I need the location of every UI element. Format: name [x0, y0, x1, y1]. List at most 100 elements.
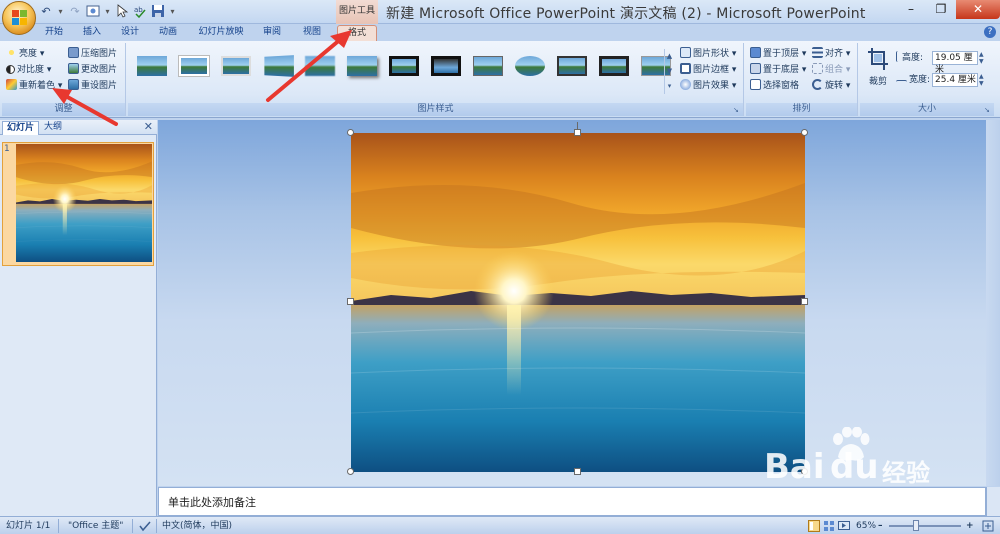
close-icon[interactable]: ✕ [144, 121, 153, 133]
resize-handle[interactable] [801, 468, 808, 475]
close-button[interactable]: ✕ [956, 0, 1000, 19]
dropdown-icon[interactable]: ▾ [103, 4, 112, 20]
status-bar: 幻灯片 1/1 "Office 主题" 中文(简体，中国) 65% – + [0, 516, 1000, 534]
resize-handle[interactable] [347, 129, 354, 136]
zoom-slider-knob[interactable] [913, 520, 919, 531]
slide-thumbnail-image[interactable] [16, 144, 152, 262]
brightness-button[interactable]: 亮度 ▾ [6, 47, 44, 61]
zoom-level[interactable]: 65% [856, 520, 876, 532]
tab-review[interactable]: 审阅 [258, 25, 286, 41]
height-spinner[interactable]: ▲ ▼ [979, 51, 984, 65]
gallery-more-icon[interactable]: ▾ [665, 79, 674, 94]
contrast-button[interactable]: 对比度 ▾ [6, 63, 51, 77]
zoom-out-icon[interactable]: – [878, 520, 883, 532]
style-thumbnail[interactable] [218, 51, 254, 81]
tab-slides[interactable]: 幻灯片 [2, 121, 40, 135]
slide-number: 1 [4, 144, 10, 154]
resize-handle[interactable] [801, 298, 808, 305]
tab-animations[interactable]: 动画 [154, 25, 182, 41]
picture-effects-button[interactable]: 图片效果 ▾ [680, 79, 736, 93]
group-label-adjust: 调整 [2, 103, 125, 116]
slide-sorter-icon[interactable] [823, 520, 835, 534]
style-thumbnail[interactable] [470, 51, 506, 81]
contrast-icon [6, 65, 15, 74]
change-picture-button[interactable]: 更改图片 [68, 63, 117, 77]
notes-scrollbar[interactable] [986, 487, 1000, 516]
edit-area-scrollbar[interactable] [986, 120, 1000, 486]
style-thumbnail[interactable] [428, 51, 464, 81]
fit-window-icon[interactable] [982, 520, 994, 534]
recolor-button[interactable]: 重新着色 ▾ [6, 79, 62, 93]
restore-button[interactable]: ❐ [926, 0, 956, 19]
save-icon[interactable] [150, 4, 166, 20]
tab-slideshow[interactable]: 幻灯片放映 [194, 25, 248, 41]
gallery-scroll: ▲ ▼ ▾ [664, 49, 674, 94]
width-input[interactable]: 25.4 厘米 [932, 73, 978, 87]
zoom-in-icon[interactable]: + [966, 520, 974, 532]
resize-handle[interactable] [574, 468, 581, 475]
dialog-launcher-icon[interactable]: ↘ [984, 106, 992, 114]
resize-handle[interactable] [801, 129, 808, 136]
style-preview-image [557, 56, 587, 76]
resize-handle[interactable] [347, 468, 354, 475]
screenshot-icon[interactable] [85, 4, 101, 20]
align-button[interactable]: 对齐 ▾ [812, 47, 850, 61]
tab-format[interactable]: 格式 [337, 25, 377, 41]
spellcheck-icon[interactable]: ab [132, 4, 148, 20]
send-to-back-button[interactable]: 置于底层 ▾ [750, 63, 806, 77]
tab-insert[interactable]: 插入 [78, 25, 106, 41]
normal-view-icon[interactable] [808, 520, 820, 534]
group-adjust: 亮度 ▾ 对比度 ▾ 重新着色 ▾ 压缩图片 更改图片 重设图片 调整 [2, 43, 126, 116]
zoom-slider-track[interactable] [889, 525, 961, 527]
resize-handle[interactable] [574, 129, 581, 136]
picture-border-button[interactable]: 图片边框 ▾ [680, 63, 736, 77]
style-thumbnail[interactable] [344, 51, 380, 81]
status-separator [156, 519, 157, 533]
height-input[interactable]: 19.05 厘米 [932, 51, 978, 75]
window-controls: – ❐ ✕ [896, 0, 1000, 20]
resize-handle[interactable] [347, 298, 354, 305]
rotate-button[interactable]: 旋转 ▾ [812, 79, 850, 93]
style-thumbnail[interactable] [596, 51, 632, 81]
style-thumbnail[interactable] [302, 51, 338, 81]
slideshow-view-icon[interactable] [838, 520, 850, 534]
picture-tools-context-label: 图片工具 [336, 0, 378, 24]
crop-button[interactable]: 裁剪 [864, 47, 892, 91]
change-picture-icon [68, 63, 79, 74]
notes-pane[interactable]: 单击此处添加备注 [158, 487, 986, 516]
tab-design[interactable]: 设计 [116, 25, 144, 41]
pointer-icon[interactable] [114, 3, 130, 20]
style-thumbnail[interactable] [512, 51, 548, 81]
redo-icon[interactable]: ↷ [67, 4, 83, 20]
help-icon[interactable]: ? [984, 26, 996, 38]
gallery-down-icon[interactable]: ▼ [665, 64, 674, 79]
style-thumbnail[interactable] [260, 51, 296, 81]
tab-home[interactable]: 开始 [40, 25, 68, 41]
language-status[interactable]: 中文(简体，中国) [162, 520, 232, 532]
style-thumbnail[interactable] [386, 51, 422, 81]
style-thumbnail[interactable] [134, 51, 170, 81]
style-thumbnail[interactable] [176, 51, 212, 81]
compress-pictures-button[interactable]: 压缩图片 [68, 47, 117, 61]
sunset-picture[interactable] [351, 133, 805, 472]
undo-icon[interactable]: ↶ [38, 4, 54, 20]
customize-qat-icon[interactable]: ▾ [168, 4, 177, 20]
style-thumbnail[interactable] [554, 51, 590, 81]
office-button[interactable] [2, 1, 36, 35]
reset-picture-button[interactable]: 重设图片 [68, 79, 117, 93]
minimize-button[interactable]: – [896, 0, 926, 19]
undo-dropdown-icon[interactable]: ▾ [56, 4, 65, 20]
bring-to-front-button[interactable]: 置于顶层 ▾ [750, 47, 806, 61]
window-title: 新建 Microsoft Office PowerPoint 演示文稿 (2) … [386, 6, 866, 22]
selection-pane-button[interactable]: 选择窗格 [750, 79, 799, 93]
style-preview-image [431, 56, 461, 76]
gallery-up-icon[interactable]: ▲ [665, 49, 674, 64]
picture-shape-button[interactable]: 图片形状 ▾ [680, 47, 736, 61]
dialog-launcher-icon[interactable]: ↘ [733, 106, 741, 114]
picture-shape-icon [680, 47, 691, 58]
tab-view[interactable]: 视图 [298, 25, 326, 41]
group-objects-button[interactable]: 组合 ▾ [812, 63, 850, 77]
spellcheck-status-icon[interactable] [138, 520, 152, 534]
width-spinner[interactable]: ▲ ▼ [979, 73, 984, 87]
tab-outline[interactable]: 大纲 [40, 121, 66, 135]
